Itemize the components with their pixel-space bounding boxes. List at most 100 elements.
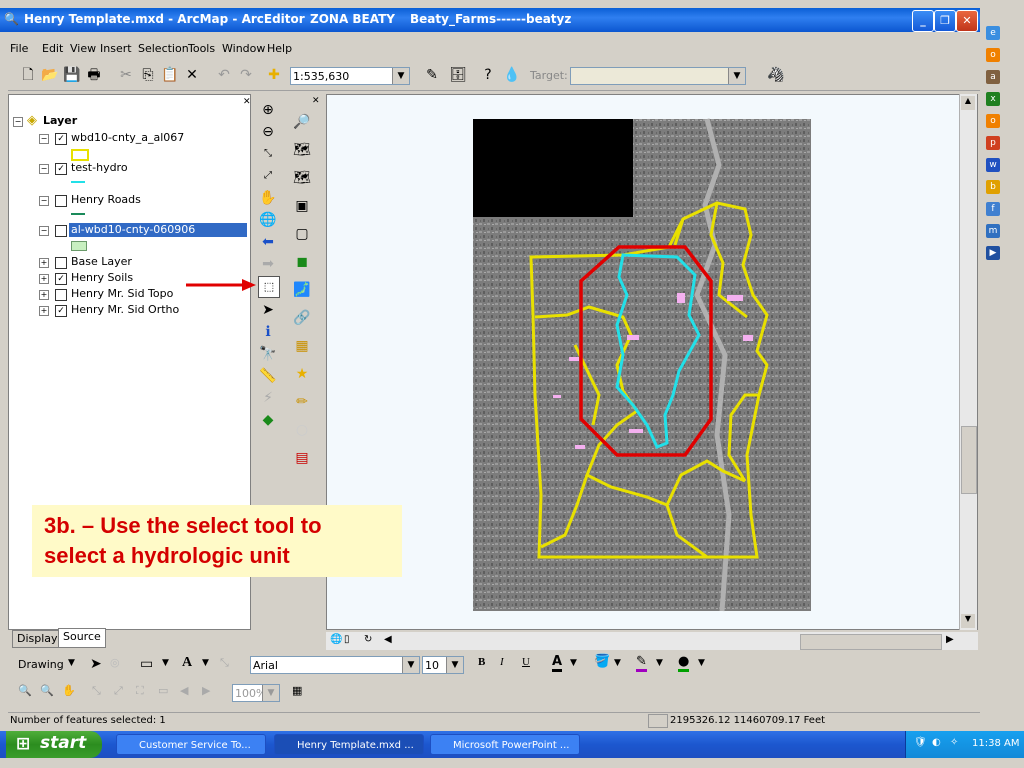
menu-insert[interactable]: Insert	[100, 42, 132, 55]
powerpoint-icon[interactable]: p	[986, 136, 1000, 150]
access-icon[interactable]: a	[986, 70, 1000, 84]
print-icon[interactable]: 🖶	[84, 65, 104, 85]
full-page-icon[interactable]: ⛶	[136, 684, 144, 698]
tab-display[interactable]: Display	[12, 630, 63, 648]
back-extent-icon[interactable]: ⬅	[258, 232, 278, 252]
select-features-icon[interactable]: ⬚	[258, 276, 280, 298]
fill-color-icon[interactable]: 🪣	[594, 654, 610, 669]
font-color-icon[interactable]: A	[552, 654, 563, 672]
layer-visibility-checkbox[interactable]	[55, 289, 67, 301]
menu-view[interactable]: View	[70, 42, 96, 55]
layout-link-icon[interactable]: 🔗	[292, 308, 312, 328]
expand-layer-1[interactable]: −	[39, 164, 49, 174]
map-layout-view[interactable]	[326, 94, 978, 630]
hyperlink-icon[interactable]: ⚡	[258, 388, 278, 408]
paste-icon[interactable]: 📋	[160, 65, 180, 85]
toc-close-icon[interactable]: ✕	[243, 97, 251, 107]
open-icon[interactable]: 📂	[40, 65, 60, 85]
select-elements-icon[interactable]: ➤	[90, 656, 102, 672]
menu-window[interactable]: Window	[222, 42, 265, 55]
toc-layer-label[interactable]: Henry Mr. Sid Topo	[71, 287, 173, 301]
zoom-page-out-icon[interactable]: 🔍	[40, 684, 54, 697]
task-powerpoint[interactable]: Microsoft PowerPoint ...	[430, 734, 580, 755]
forward-extent-icon[interactable]: ➡	[258, 254, 278, 274]
prev-extent-icon[interactable]: ◀	[180, 684, 188, 697]
office-icon[interactable]: o	[986, 48, 1000, 62]
network-icon[interactable]: ◐	[932, 737, 941, 748]
minimize-button[interactable]: _	[912, 10, 934, 32]
word-icon[interactable]: w	[986, 158, 1000, 172]
toc-layer-label[interactable]: test-hydro	[71, 161, 128, 175]
arccatalog-icon[interactable]: 🗄	[448, 65, 468, 85]
scroll-down-icon[interactable]: ▼	[961, 614, 975, 628]
sketch-tool-icon[interactable]: 🦓	[766, 65, 786, 85]
pan-hand-icon[interactable]: ✋	[258, 188, 278, 208]
line-color-icon[interactable]: ✎	[636, 654, 647, 672]
zoom-page-icon[interactable]: 🔍	[18, 684, 32, 697]
fixed-zoom-in-icon[interactable]: ⤡	[258, 144, 278, 164]
expand-layer-6[interactable]: +	[39, 290, 49, 300]
toc-layer-label[interactable]: al-wbd10-cnty-060906	[69, 223, 247, 237]
layout-star-icon[interactable]: ★	[292, 364, 312, 384]
map-vertical-scrollbar[interactable]: ▲ ▼	[959, 94, 977, 630]
add-data-icon[interactable]: ✚	[264, 65, 284, 85]
expand-layer-5[interactable]: +	[39, 274, 49, 284]
find-binoculars-icon[interactable]: 🔭	[258, 344, 278, 364]
menu-help[interactable]: Help	[267, 42, 292, 55]
layout-pan-icon[interactable]: 🗺	[292, 168, 312, 188]
target-layer-select[interactable]: ▼	[570, 67, 746, 85]
layout-pdf-icon[interactable]: ▤	[292, 448, 312, 468]
copy-icon[interactable]: ⎘	[138, 65, 158, 85]
fixed-in-page-icon[interactable]: ⤡	[92, 684, 101, 698]
toggle-draft-icon[interactable]: ▦	[292, 684, 302, 697]
tab-source[interactable]: Source	[58, 628, 106, 648]
undo-icon[interactable]: ↶	[214, 65, 234, 85]
zoom-in-icon[interactable]: ⊕	[258, 100, 278, 120]
expand-layer-2[interactable]: −	[39, 196, 49, 206]
chevron-down-icon[interactable]: ▼	[570, 658, 577, 668]
start-button[interactable]: ⊞ start	[6, 731, 102, 758]
geocode-icon[interactable]: ◆	[258, 410, 278, 430]
measure-icon[interactable]: 📏	[258, 366, 278, 386]
toc-layer-label[interactable]: Henry Soils	[71, 271, 133, 285]
rotate-icon[interactable]: ◎	[110, 656, 120, 669]
pan-page-icon[interactable]: ✋	[62, 684, 76, 697]
menu-selection[interactable]: Selection	[138, 42, 189, 55]
zoom-out-icon[interactable]: ⊖	[258, 122, 278, 142]
underline-icon[interactable]: U	[522, 656, 530, 668]
task-customer-service[interactable]: Customer Service To...	[116, 734, 266, 755]
chevron-down-icon[interactable]: ▼	[202, 658, 209, 668]
chevron-down-icon[interactable]: ▼	[614, 658, 621, 668]
frontpage-icon[interactable]: f	[986, 202, 1000, 216]
fixed-zoom-out-icon[interactable]: ⤢	[258, 166, 278, 186]
identify-icon[interactable]: ℹ	[258, 322, 278, 342]
font-size-select[interactable]: 10 ▼	[422, 656, 464, 674]
scroll-left-icon[interactable]: ◀	[384, 634, 392, 645]
layer-visibility-checkbox[interactable]	[55, 195, 67, 207]
expand-layer-root[interactable]: −	[13, 117, 23, 127]
restore-button[interactable]: ❐	[934, 10, 956, 32]
text-tool-icon[interactable]: A	[182, 655, 192, 671]
drawing-menu[interactable]: Drawing	[18, 658, 64, 671]
chevron-down-icon[interactable]: ▼	[68, 658, 75, 668]
ie-icon[interactable]: e	[986, 26, 1000, 40]
actual-size-icon[interactable]: ▭	[158, 684, 168, 697]
chevron-down-icon[interactable]: ▼	[162, 658, 169, 668]
rectangle-tool-icon[interactable]: ▭	[140, 656, 153, 672]
horizontal-scroll-thumb[interactable]	[800, 634, 942, 650]
bold-icon[interactable]: B	[478, 656, 485, 668]
fixed-out-page-icon[interactable]: ⤢	[114, 684, 123, 698]
scroll-thumb[interactable]	[961, 426, 977, 494]
next-extent-icon[interactable]: ▶	[202, 684, 210, 697]
layer-visibility-checkbox[interactable]: ✓	[55, 273, 67, 285]
outlook-icon[interactable]: o	[986, 114, 1000, 128]
full-extent-globe-icon[interactable]: 🌐	[258, 210, 278, 230]
toc-layer-label[interactable]: Base Layer	[71, 255, 132, 269]
menu-tools[interactable]: Tools	[188, 42, 215, 55]
expand-layer-3[interactable]: −	[39, 226, 49, 236]
delete-icon[interactable]: ✕	[182, 65, 202, 85]
map-horizontal-scrollbar[interactable]: 🌐 ▯ ↻ ◀ ▶	[326, 632, 978, 650]
layout-toolbar-close-icon[interactable]: ✕	[312, 96, 320, 106]
expand-layer-7[interactable]: +	[39, 306, 49, 316]
arctoolbox-icon[interactable]: 💧	[502, 65, 522, 85]
